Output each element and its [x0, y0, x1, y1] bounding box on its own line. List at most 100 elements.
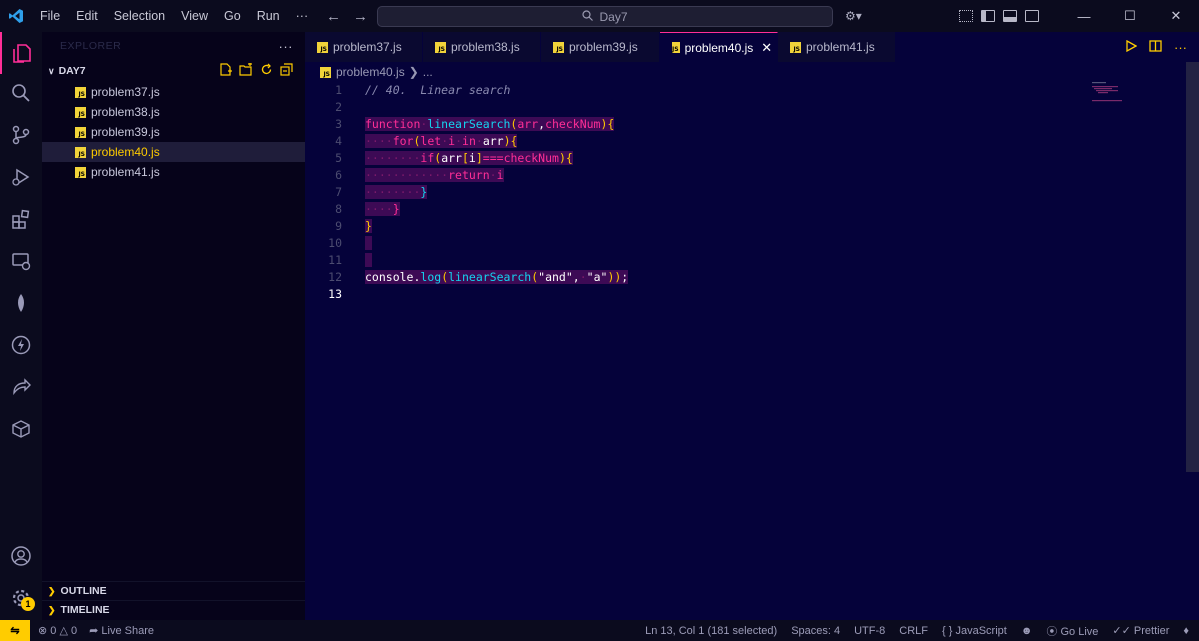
js-file-icon: JS: [672, 42, 680, 53]
code-text: ····}: [365, 201, 400, 216]
line-number: 10: [328, 235, 342, 250]
toggle-primary-sidebar-icon[interactable]: [981, 10, 995, 22]
menu-go[interactable]: Go: [216, 0, 249, 32]
command-center-search[interactable]: Day7: [377, 6, 833, 27]
file-item-problem41[interactable]: JS problem41.js: [42, 162, 305, 182]
more-actions-icon[interactable]: ···: [1174, 40, 1187, 55]
editor-tabs: JS problem37.js JS problem38.js JS probl…: [305, 32, 1199, 62]
mongodb-leaf-icon[interactable]: [0, 282, 42, 324]
menu-edit[interactable]: Edit: [68, 0, 106, 32]
menu-run[interactable]: Run: [249, 0, 288, 32]
run-debug-icon[interactable]: [0, 156, 42, 198]
file-label: problem40.js: [91, 145, 160, 159]
cursor-position[interactable]: Ln 13, Col 1 (181 selected): [645, 625, 777, 637]
code-text: ········}: [365, 184, 428, 199]
problems-indicator[interactable]: ⊗ 0 △ 0: [38, 624, 77, 637]
customize-layout-icon[interactable]: [959, 10, 973, 22]
editor-scrollbar[interactable]: [1186, 62, 1199, 472]
js-file-icon: JS: [75, 126, 86, 138]
collapse-all-icon[interactable]: [280, 63, 293, 79]
menu-more[interactable]: ···: [288, 0, 317, 32]
run-file-icon[interactable]: [1125, 39, 1138, 55]
folder-day7[interactable]: ∨ DAY7: [42, 60, 305, 82]
js-file-icon: JS: [553, 41, 564, 53]
search-icon[interactable]: [0, 72, 42, 114]
explorer-icon[interactable]: [0, 32, 42, 74]
language-mode[interactable]: { } JavaScript: [942, 625, 1007, 637]
new-folder-icon[interactable]: [239, 62, 253, 79]
activity-bar: 1: [0, 32, 42, 620]
file-item-problem38[interactable]: JS problem38.js: [42, 102, 305, 122]
refresh-icon[interactable]: [260, 63, 273, 79]
timeline-section[interactable]: ❯ TIMELINE: [42, 600, 305, 619]
source-control-icon[interactable]: [0, 114, 42, 156]
minimize-button[interactable]: —: [1061, 0, 1107, 32]
code-line: 4 ····for(let·i·in·arr){: [305, 132, 1185, 149]
remote-explorer-icon[interactable]: [0, 240, 42, 282]
breadcrumb-file[interactable]: problem40.js: [336, 65, 405, 79]
search-icon: [582, 9, 594, 24]
encoding[interactable]: UTF-8: [854, 625, 885, 637]
extensions-icon[interactable]: [0, 198, 42, 240]
code-editor[interactable]: 1 // 40. Linear search 2 3 function·line…: [305, 81, 1185, 621]
js-file-icon: JS: [320, 66, 331, 78]
toggle-secondary-sidebar-icon[interactable]: [1025, 10, 1039, 22]
line-number: 3: [335, 116, 342, 131]
file-item-problem37[interactable]: JS problem37.js: [42, 82, 305, 102]
tab-problem38[interactable]: JS problem38.js: [423, 32, 541, 62]
back-arrow-icon[interactable]: ←: [326, 8, 341, 25]
tab-problem40[interactable]: JS problem40.js ✕: [660, 32, 778, 62]
file-label: problem38.js: [91, 105, 160, 119]
menu-selection[interactable]: Selection: [106, 0, 173, 32]
copilot-icon[interactable]: ⚙▾: [845, 9, 862, 23]
line-number: 5: [335, 150, 342, 165]
new-file-icon[interactable]: [219, 63, 232, 79]
accounts-badge: 1: [21, 597, 35, 611]
tab-label: problem41.js: [806, 40, 875, 54]
outline-section[interactable]: ❯ OUTLINE: [42, 581, 305, 600]
file-item-problem40[interactable]: JS problem40.js: [42, 142, 305, 162]
end-of-line[interactable]: CRLF: [899, 625, 928, 637]
live-share-icon[interactable]: [0, 366, 42, 408]
manage-gear-icon[interactable]: [0, 577, 42, 619]
code-text: }: [365, 218, 372, 233]
code-line: 2: [305, 98, 1185, 115]
remote-indicator-icon[interactable]: ⇋: [0, 620, 30, 641]
code-line: 12 console.log(linearSearch("and",·"a"))…: [305, 268, 1185, 285]
chevron-right-icon: ❯: [48, 604, 56, 615]
live-share-status[interactable]: ➦ Live Share: [89, 624, 154, 637]
indentation[interactable]: Spaces: 4: [791, 625, 840, 637]
more-actions-icon[interactable]: ···: [279, 39, 294, 54]
tab-problem41[interactable]: JS problem41.js: [778, 32, 896, 62]
go-live-button[interactable]: ⦿ Go Live: [1046, 623, 1098, 639]
copilot-status-icon[interactable]: ☻: [1021, 625, 1033, 637]
code-line: 5 ········if(arr[i]===checkNum){: [305, 149, 1185, 166]
prettier-status[interactable]: ✓✓ Prettier: [1112, 624, 1169, 637]
file-item-problem39[interactable]: JS problem39.js: [42, 122, 305, 142]
close-tab-icon[interactable]: ✕: [761, 40, 772, 56]
line-number: 6: [335, 167, 342, 182]
breadcrumb-rest[interactable]: ...: [423, 65, 433, 79]
accounts-icon[interactable]: [0, 535, 42, 577]
split-editor-icon[interactable]: [1149, 39, 1162, 55]
file-label: problem41.js: [91, 165, 160, 179]
menu-view[interactable]: View: [173, 0, 216, 32]
tab-problem39[interactable]: JS problem39.js: [541, 32, 660, 62]
code-line: 9 }: [305, 217, 1185, 234]
breadcrumb-separator-icon: ❯: [408, 65, 419, 79]
tab-problem37[interactable]: JS problem37.js: [305, 32, 423, 62]
notifications-bell-icon[interactable]: ♦: [1183, 625, 1189, 637]
line-number: 12: [328, 269, 342, 284]
toggle-panel-icon[interactable]: [1003, 10, 1017, 22]
maximize-button[interactable]: ☐: [1107, 0, 1153, 32]
minimap[interactable]: [1092, 81, 1152, 111]
menu-file[interactable]: File: [32, 0, 68, 32]
title-bar: File Edit Selection View Go Run ··· ← → …: [0, 0, 1199, 32]
forward-arrow-icon[interactable]: →: [353, 8, 368, 25]
package-box-icon[interactable]: [0, 408, 42, 450]
close-window-button[interactable]: ✕: [1153, 0, 1199, 32]
thunder-client-icon[interactable]: [0, 324, 42, 366]
outline-label: OUTLINE: [60, 585, 107, 597]
chevron-right-icon: ❯: [48, 585, 56, 596]
status-bar: ⇋ ⊗ 0 △ 0 ➦ Live Share Ln 13, Col 1 (181…: [0, 620, 1199, 641]
